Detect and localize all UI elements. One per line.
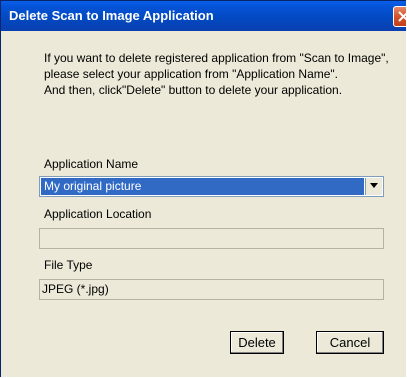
file-type-label: File Type (44, 258, 93, 272)
application-name-label: Application Name (44, 157, 139, 171)
application-name-selected-value: My original picture (41, 178, 364, 195)
close-button[interactable] (393, 6, 406, 27)
file-type-field: JPEG (*.jpg) (39, 279, 384, 300)
close-icon (398, 11, 406, 22)
cancel-button[interactable]: Cancel (316, 331, 384, 354)
application-location-field (39, 228, 384, 249)
application-name-select[interactable]: My original picture (39, 176, 384, 197)
dialog-window: Delete Scan to Image Application If you … (0, 0, 406, 377)
application-location-label: Application Location (44, 207, 152, 221)
dropdown-button[interactable] (365, 178, 382, 195)
delete-button[interactable]: Delete (230, 331, 284, 354)
title-bar[interactable]: Delete Scan to Image Application (1, 1, 406, 31)
dialog-title: Delete Scan to Image Application (9, 8, 214, 23)
instruction-text: If you want to delete registered applica… (44, 51, 389, 97)
chevron-down-icon (370, 183, 378, 188)
